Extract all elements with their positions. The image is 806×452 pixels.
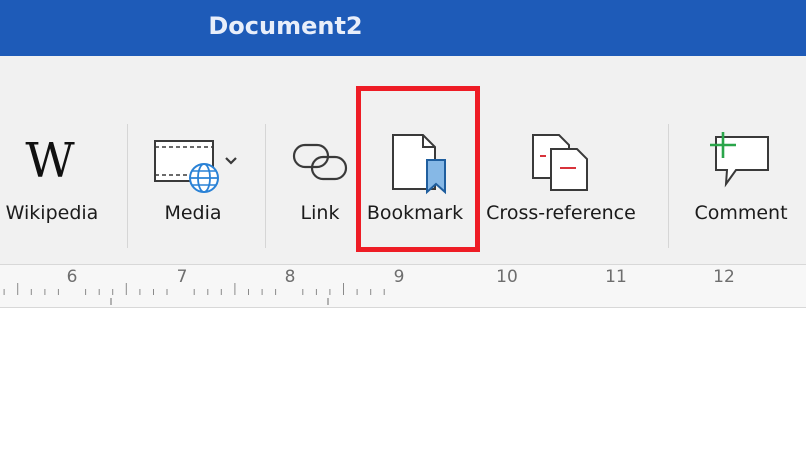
ribbon-divider — [668, 124, 669, 248]
comment-button[interactable]: Comment — [690, 120, 792, 250]
ruler-number: 12 — [713, 267, 735, 287]
ruler-number: 6 — [66, 267, 78, 287]
ruler-number: 10 — [496, 267, 518, 287]
media-label: Media — [164, 202, 222, 224]
ribbon-divider — [127, 124, 128, 248]
ruler-number: 8 — [284, 267, 296, 287]
document-title: Document2 — [208, 12, 363, 40]
media-icon — [154, 140, 219, 193]
ruler-number: 9 — [393, 267, 405, 287]
title-bar: Document2 — [0, 0, 806, 56]
link-button[interactable]: Link — [289, 120, 351, 250]
link-icon — [292, 143, 348, 181]
comment-label: Comment — [694, 202, 788, 224]
chevron-down-icon[interactable] — [224, 156, 238, 166]
ribbon-divider — [265, 124, 266, 248]
link-label: Link — [300, 202, 340, 224]
cross-reference-icon — [532, 134, 588, 191]
cross-reference-button[interactable]: Cross-reference — [480, 120, 642, 250]
comment-icon — [710, 132, 769, 188]
bookmark-highlight-box — [356, 86, 480, 252]
ruler-number: 11 — [605, 267, 627, 287]
document-canvas[interactable] — [0, 308, 806, 452]
wikipedia-label: Wikipedia — [5, 202, 99, 224]
wikipedia-button[interactable]: W Wikipedia — [0, 120, 104, 250]
ruler-number: 7 — [176, 267, 188, 287]
media-button[interactable]: Media — [146, 120, 242, 250]
wikipedia-icon: W — [25, 133, 75, 189]
cross-reference-label: Cross-reference — [486, 202, 636, 224]
